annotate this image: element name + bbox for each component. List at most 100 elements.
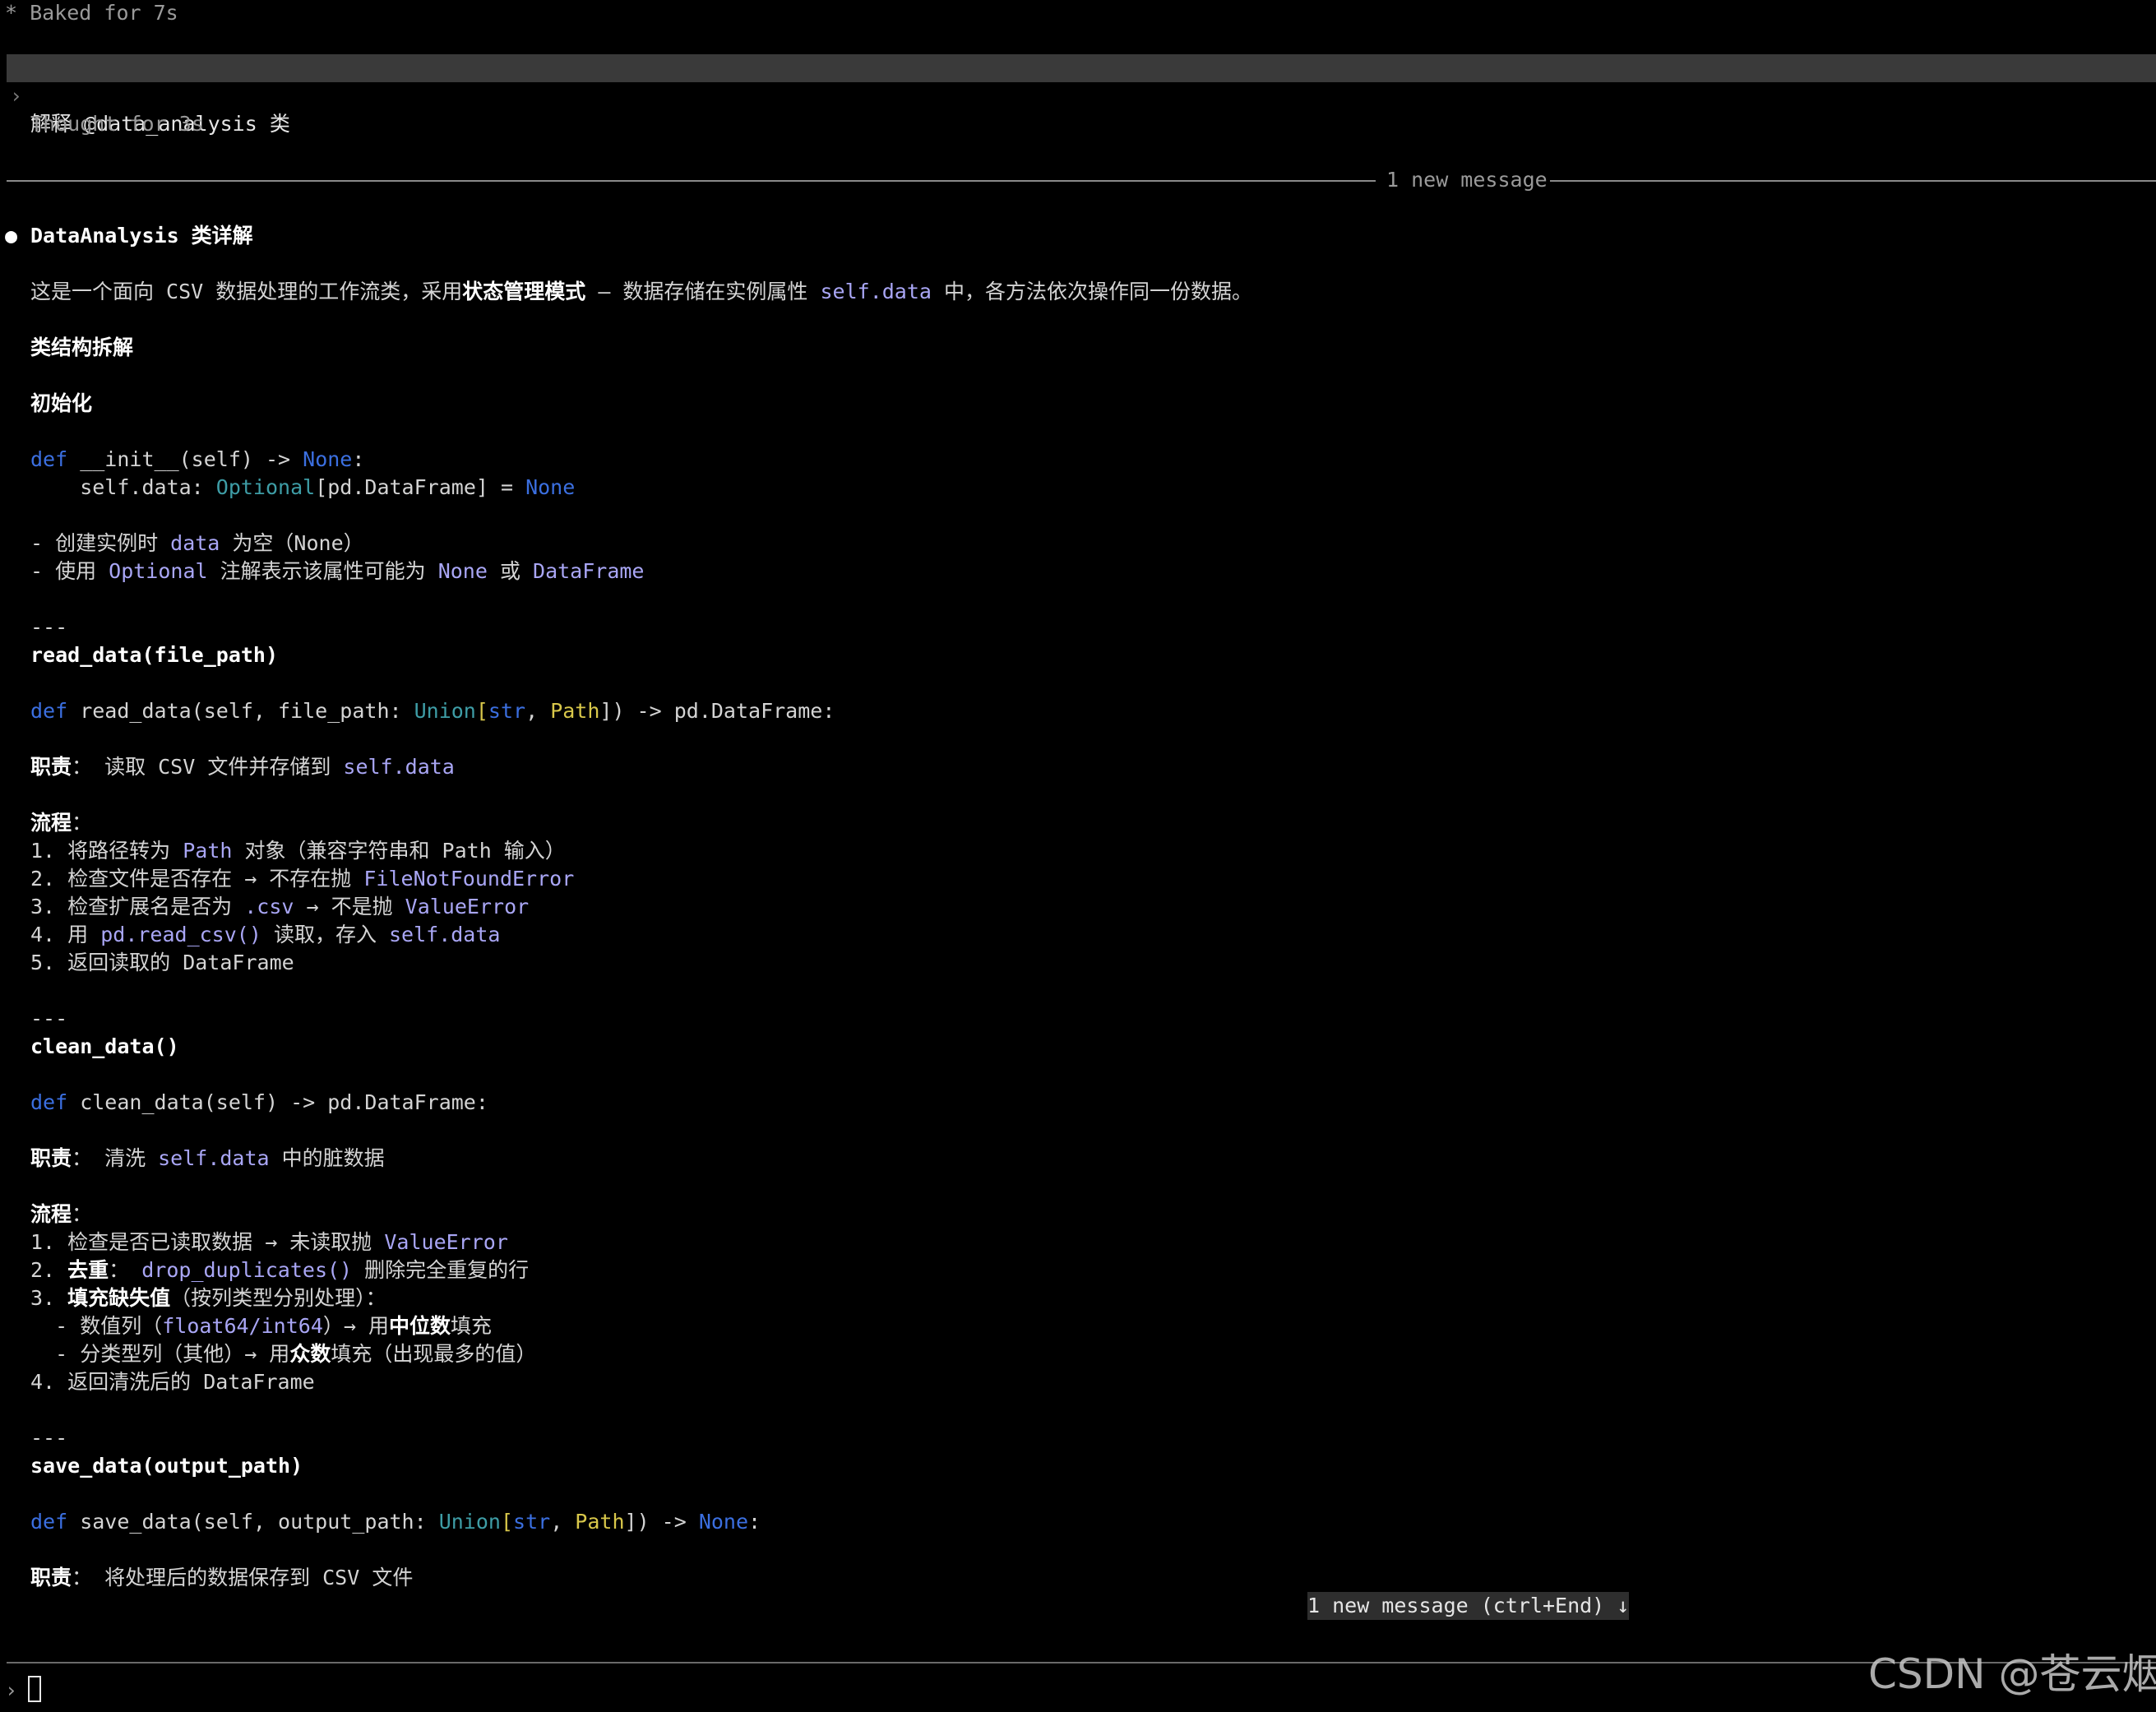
inline-code: data <box>170 531 220 555</box>
flow-colon: ： <box>72 811 93 835</box>
chevron-right-icon: › <box>10 84 23 108</box>
bullet-icon: ● <box>5 224 18 248</box>
keyword-none: None <box>698 1510 749 1534</box>
code-bracket: [ <box>500 1510 514 1534</box>
input-chevron-icon: › <box>5 1678 18 1702</box>
code-text: ]) -> pd.DataFrame: <box>599 699 835 723</box>
step-text: 填充（出现最多的值） <box>331 1342 537 1366</box>
inline-code: self.data <box>158 1146 270 1170</box>
step-bold: 众数 <box>289 1342 331 1366</box>
code-bracket: [ <box>475 699 488 723</box>
inline-code: self.data <box>389 923 501 946</box>
inline-code: FileNotFoundError <box>363 867 575 891</box>
step-text: ： <box>109 1258 142 1282</box>
save-data-duty: 职责： 将处理后的数据保存到 CSV 文件 <box>30 1564 413 1592</box>
duty-text: 中的脏数据 <box>269 1146 385 1170</box>
bullet-text: 为空（None） <box>220 531 364 555</box>
new-message-button[interactable]: 1 new message (ctrl+End) ↓ <box>1307 1592 1629 1620</box>
clean-data-duty: 职责： 清洗 self.data 中的脏数据 <box>30 1145 385 1173</box>
read-data-flow-label: 流程： <box>30 809 92 837</box>
duty-text: ： 读取 CSV 文件并存储到 <box>72 755 344 779</box>
code-text: [pd.DataFrame] = <box>315 475 526 499</box>
type-union: Union <box>414 699 476 723</box>
inline-code: self.data <box>343 755 455 779</box>
clean-data-heading: clean_data() <box>30 1034 179 1058</box>
duty-label: 职责 <box>30 1566 72 1589</box>
step-text: 4. 用 <box>30 923 101 946</box>
init-bullet-1: - 创建实例时 data 为空（None） <box>30 530 364 558</box>
bullet-text: 或 <box>487 559 534 583</box>
bullet-text: - 使用 <box>30 559 109 583</box>
duty-text: ： 清洗 <box>72 1146 159 1170</box>
save-data-code: def save_data(self, output_path: Union[s… <box>30 1508 761 1536</box>
keyword-def: def <box>30 699 68 723</box>
step-text: 填充 <box>451 1314 493 1338</box>
clean-step-3b: - 分类型列（其他）→ 用众数填充（出现最多的值） <box>30 1340 536 1368</box>
intro-code: self.data <box>820 280 932 303</box>
clean-step-1: 1. 检查是否已读取数据 → 未读取抛 ValueError <box>30 1228 508 1256</box>
flow-colon: ： <box>72 1202 93 1226</box>
intro-text-2: — 数据存储在实例属性 <box>585 280 821 303</box>
init-code-line-2: self.data: Optional[pd.DataFrame] = None <box>30 474 575 502</box>
inline-code: Optional <box>109 559 208 583</box>
step-text: ）→ 用 <box>322 1314 389 1338</box>
inline-code: pd.read_csv() <box>100 923 261 946</box>
init-heading: 初始化 <box>30 391 93 415</box>
inline-code: .csv <box>244 895 294 918</box>
keyword-def: def <box>30 1510 68 1534</box>
divider-rule-left <box>7 180 1376 182</box>
inline-code: None <box>437 559 488 583</box>
separator: --- <box>30 1006 68 1030</box>
code-text: clean_data(self) -> pd.DataFrame: <box>67 1090 488 1114</box>
code-text: : <box>748 1510 761 1534</box>
code-text: , <box>550 1510 576 1534</box>
code-text: : <box>352 447 365 471</box>
duty-label: 职责 <box>30 755 72 779</box>
read-step-3: 3. 检查扩展名是否为 .csv → 不是抛 ValueError <box>30 893 529 921</box>
divider-rule-right <box>1550 180 2156 182</box>
duty-label: 职责 <box>30 1146 72 1170</box>
step-text: 5. 返回读取的 DataFrame <box>30 951 294 974</box>
step-bold: 中位数 <box>389 1314 451 1338</box>
duty-text: ： 将处理后的数据保存到 CSV 文件 <box>72 1566 414 1589</box>
inline-code: ValueError <box>405 895 530 918</box>
step-text: 2. 检查文件是否存在 → 不存在抛 <box>30 867 364 891</box>
read-step-1: 1. 将路径转为 Path 对象（兼容字符串和 Path 输入） <box>30 837 566 865</box>
user-prompt-bar[interactable]: › 解释 @data_analysis 类 <box>7 54 2156 136</box>
status-line: * Baked for 7s <box>5 1 178 25</box>
code-text: , <box>525 699 551 723</box>
step-text: 1. 检查是否已读取数据 → 未读取抛 <box>30 1230 385 1254</box>
clean-step-3a: - 数值列（float64/int64）→ 用中位数填充 <box>30 1312 492 1340</box>
message-title: DataAnalysis 类详解 <box>30 224 253 248</box>
code-text: __init__(self) -> <box>67 447 303 471</box>
flow-label: 流程 <box>30 811 72 835</box>
step-bold: 填充缺失值 <box>67 1286 171 1310</box>
keyword-none: None <box>303 447 353 471</box>
step-text: 4. 返回清洗后的 DataFrame <box>30 1370 315 1394</box>
clean-data-code: def clean_data(self) -> pd.DataFrame: <box>30 1089 488 1117</box>
step-text: 对象（兼容字符串和 Path 输入） <box>232 839 566 863</box>
step-text: 删除完全重复的行 <box>352 1258 530 1282</box>
step-text: 2. <box>30 1258 68 1282</box>
flow-label: 流程 <box>30 1202 72 1226</box>
input-divider <box>7 1662 2156 1663</box>
inline-code: ValueError <box>384 1230 508 1254</box>
init-bullet-2: - 使用 Optional 注解表示该属性可能为 None 或 DataFram… <box>30 558 644 585</box>
code-text: self.data: <box>30 475 216 499</box>
input-cursor[interactable] <box>28 1676 41 1702</box>
bullet-text: - 创建实例时 <box>30 531 171 555</box>
new-message-divider <box>7 180 2156 182</box>
read-step-4: 4. 用 pd.read_csv() 读取，存入 self.data <box>30 921 500 949</box>
code-text: ]) -> <box>624 1510 699 1534</box>
type-path: Path <box>550 699 600 723</box>
intro-text-3: 中，各方法依次操作同一份数据。 <box>931 280 1253 303</box>
divider-label: 1 new message <box>1386 168 1548 192</box>
step-text: 1. 将路径转为 <box>30 839 183 863</box>
read-data-code: def read_data(self, file_path: Union[str… <box>30 697 835 725</box>
step-text: → 不是抛 <box>294 895 405 918</box>
bullet-text: 注解表示该属性可能为 <box>207 559 438 583</box>
intro-text-1: 这是一个面向 CSV 数据处理的工作流类，采用 <box>30 280 463 303</box>
step-text: 3. <box>30 1286 68 1310</box>
step-text: 读取，存入 <box>261 923 389 946</box>
step-text: （按列类型分别处理）： <box>170 1286 386 1310</box>
